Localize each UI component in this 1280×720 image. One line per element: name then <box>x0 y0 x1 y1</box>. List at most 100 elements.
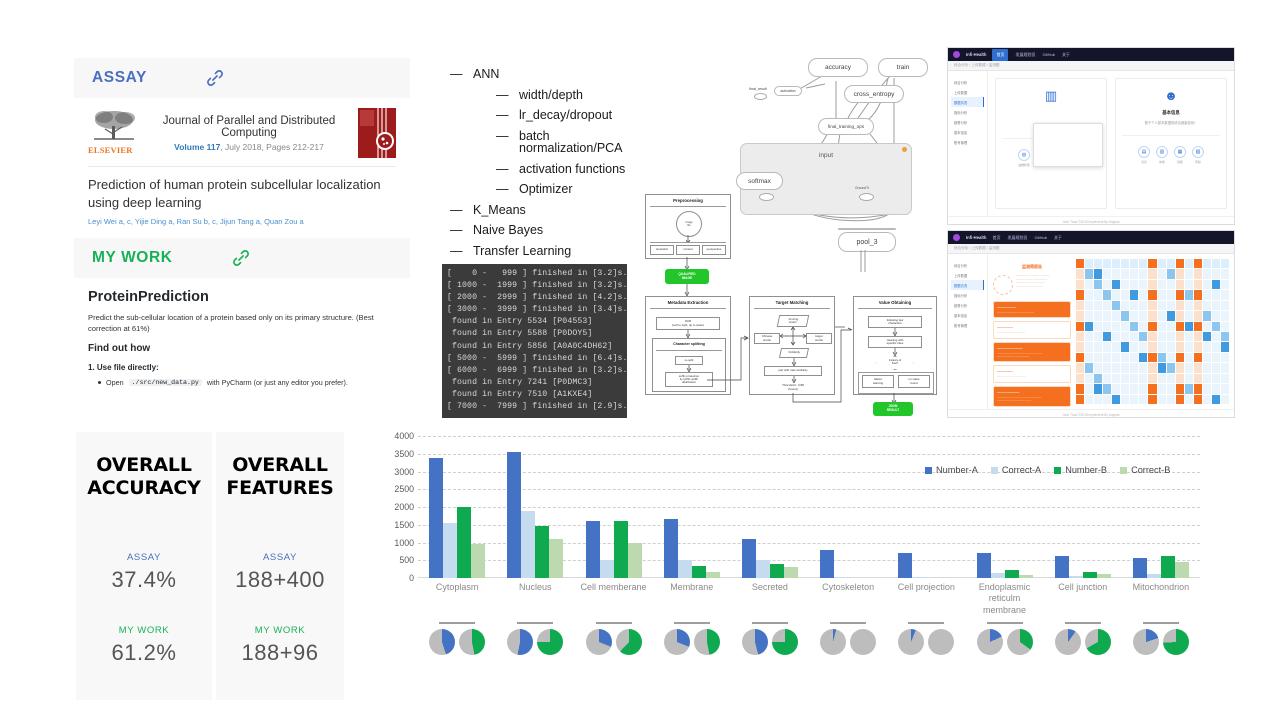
heatmap-cell <box>1076 279 1085 290</box>
app-sidebar-item[interactable]: 账号管理 <box>951 137 984 147</box>
terminal-line: [ 2000 - 2999 ] finished in [4.2]s. <box>447 293 627 303</box>
heatmap-cell <box>1112 279 1121 290</box>
heatmap-cell <box>1184 269 1193 279</box>
heatmap-cell <box>1130 259 1139 269</box>
stat-title: OVERALL ACCURACY <box>87 454 201 500</box>
heatmap-cell <box>1094 300 1103 311</box>
pie-group <box>1122 622 1200 655</box>
chart-bar <box>898 553 913 578</box>
app-nav-item-1[interactable]: 发展规划员 <box>1015 52 1035 58</box>
pie-group <box>1044 622 1122 655</box>
chart-bar <box>521 511 536 578</box>
app-nav-item-2[interactable]: GitHub <box>1042 52 1054 57</box>
heatmap-cell <box>1211 363 1220 373</box>
heatmap-cell <box>1094 259 1103 269</box>
heatmap-cell <box>1103 384 1112 394</box>
pie-group <box>809 622 887 655</box>
report-item-2[interactable]: ———————— ————— ——— ——————— ——— —— ————— ——… <box>993 341 1071 363</box>
app-sidebar-item[interactable]: 上传数据 <box>951 270 984 280</box>
link-icon[interactable] <box>205 68 225 88</box>
pie-assay <box>976 629 1003 655</box>
heatmap-cell <box>1220 394 1229 404</box>
heatmap-cell <box>1112 269 1121 279</box>
user-icon: ☻ <box>1164 88 1178 103</box>
app-sidebar-item[interactable]: 上传数据 <box>951 87 984 97</box>
pie-group <box>887 622 965 655</box>
app-nav-item-0[interactable]: 首页 <box>992 48 1009 61</box>
legend-swatch <box>925 466 932 474</box>
chart-bar-group <box>887 436 965 578</box>
heatmap-cell <box>1175 332 1184 342</box>
chart-legend: Number-A Correct-A Number-B Correct-B <box>925 465 1170 475</box>
heatmap-cell <box>1094 363 1103 373</box>
chart-x-label: Cell junction <box>1058 582 1108 592</box>
heatmap-cell <box>1139 384 1148 394</box>
report-item-4[interactable]: ——————— ————— —————— ——————— —————— ————— … <box>993 385 1071 407</box>
chart-legend-item[interactable]: Number-B <box>1054 465 1107 475</box>
terminal-line: [ 1000 - 1999 ] finished in [3.2]s. <box>447 281 627 291</box>
pie-assay <box>898 629 925 655</box>
link-icon[interactable] <box>231 248 251 268</box>
app-sidebar-item[interactable]: 指标分析 <box>951 107 984 117</box>
report-item-3[interactable]: ————— ——— ——— —— ——— <box>993 365 1071 383</box>
app-nav-item-1[interactable]: 发展规划员 <box>1007 235 1027 241</box>
legend-label: Number-B <box>1065 465 1108 475</box>
heatmap-cell <box>1121 269 1130 279</box>
heatmap-cell <box>1103 342 1112 352</box>
age-icon[interactable]: ▧ <box>1192 146 1204 158</box>
app-card-basic-info[interactable]: ☻ 基本信息 基于个人基本数据的综合健康检测！ ▤ 身高 ▥ 体重 ▦ 性别 ▧… <box>1115 78 1227 209</box>
flow-pill-json-result: JSON RESULT <box>873 402 913 416</box>
heatmap-cell <box>1094 321 1103 331</box>
pie-group-rule <box>830 622 867 624</box>
app-nav-item-2[interactable]: GitHub <box>1034 235 1046 240</box>
heatmap-cell <box>1184 290 1193 300</box>
height-icon[interactable]: ▤ <box>1138 146 1150 158</box>
app-sidebar-item[interactable]: 综合分析 <box>951 260 984 270</box>
heatmap-cell <box>1148 269 1157 279</box>
pie-assay <box>507 629 534 655</box>
app-sidebar-item[interactable]: 数据清洗 <box>951 97 984 107</box>
chart-y-tick: 500 <box>399 555 414 566</box>
chart-legend-item[interactable]: Correct-A <box>990 465 1041 475</box>
blood-sugar-icon[interactable]: ◍ <box>1018 149 1030 161</box>
report-item-1[interactable]: ————— ——— ——— —— ——— <box>993 321 1071 339</box>
heatmap-cell <box>1220 321 1229 331</box>
gender-icon[interactable]: ▦ <box>1174 146 1186 158</box>
pie-mywork <box>1006 629 1033 655</box>
app-sidebar-item[interactable]: 指标分析 <box>951 290 984 300</box>
weight-icon[interactable]: ▥ <box>1156 146 1168 158</box>
heatmap-cell <box>1094 279 1103 290</box>
pie-mywork <box>850 629 877 655</box>
app-sidebar-item[interactable]: 基本信息 <box>951 310 984 320</box>
app-sidebar-item[interactable]: 基本信息 <box>951 127 984 137</box>
heatmap-cell <box>1211 352 1220 363</box>
heatmap-cell <box>1202 290 1211 300</box>
app-sidebar-item[interactable]: 数据清洗 <box>951 280 984 290</box>
app-nav-item-3[interactable]: 关于 <box>1062 52 1070 58</box>
methods-list-item-label: batch normalization/PCA <box>519 128 623 155</box>
app-sidebar-item[interactable]: 趋势分析 <box>951 300 984 310</box>
app-topbar: Infi-Health 首页 发展规划员 GitHub 关于 <box>948 231 1234 244</box>
chart-legend-item[interactable]: Number-A <box>925 465 978 475</box>
heatmap-cell <box>1211 290 1220 300</box>
legend-label: Number-A <box>936 465 978 475</box>
app-sidebar-item[interactable]: 账号管理 <box>951 320 984 330</box>
chart-legend-item[interactable]: Correct-B <box>1120 465 1170 475</box>
app-nav-item-3[interactable]: 关于 <box>1054 235 1062 241</box>
heatmap-cell <box>1148 279 1157 290</box>
pie-group <box>574 622 652 655</box>
heatmap-cell <box>1121 321 1130 331</box>
heatmap-cell <box>1166 342 1175 352</box>
app-sidebar-item[interactable]: 综合分析 <box>951 77 984 87</box>
report-item-0[interactable]: —————— ———— ———— ——————— <box>993 301 1071 319</box>
tf-node-final-result: final_result <box>749 86 767 91</box>
heatmap-cell <box>1121 363 1130 373</box>
tf-panel-collapse-icon[interactable] <box>902 147 907 152</box>
app-nav-item-0[interactable]: 首页 <box>992 235 1000 241</box>
heatmap-cell <box>1130 352 1139 363</box>
heatmap-cell <box>1184 394 1193 404</box>
app-sidebar-item[interactable]: 趋势分析 <box>951 117 984 127</box>
heatmap-cell <box>1130 269 1139 279</box>
accuracy-pie-row <box>418 622 1200 655</box>
heatmap-cell <box>1193 332 1202 342</box>
